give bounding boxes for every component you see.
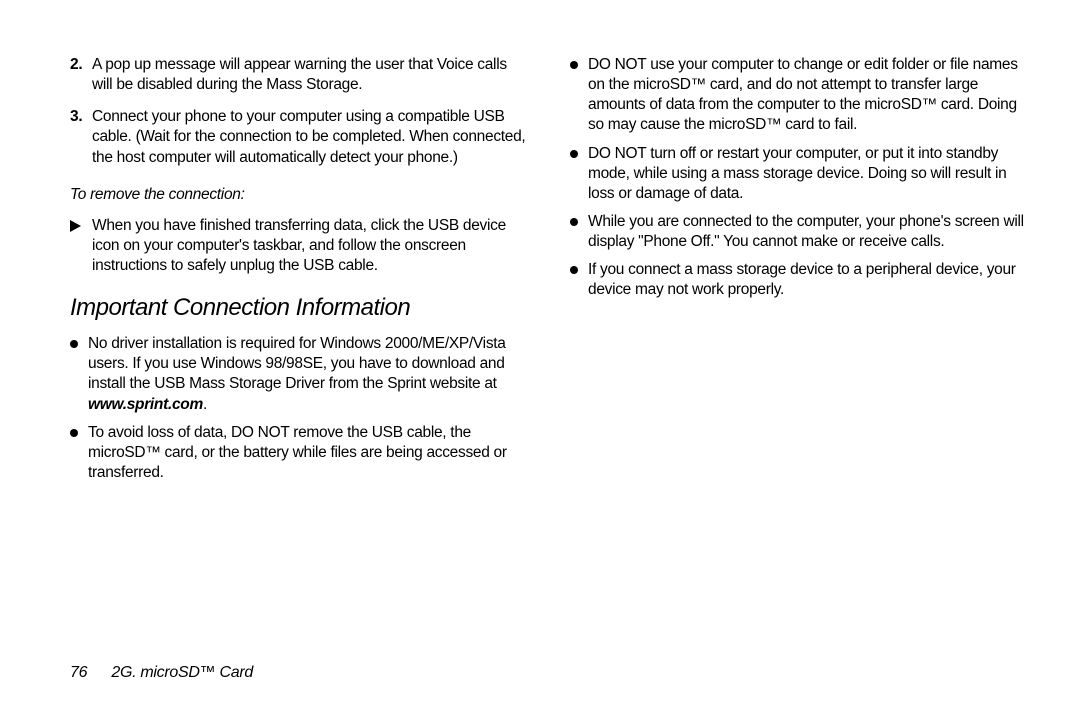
left-column: 2. A pop up message will appear warning …: [70, 55, 530, 491]
info-bullet-3: DO NOT use your computer to change or ed…: [570, 55, 1030, 136]
step-2: 2. A pop up message will appear warning …: [70, 55, 530, 95]
footer-section-title: 2G. microSD™ Card: [111, 664, 253, 681]
step-2-text: A pop up message will appear warning the…: [92, 56, 507, 93]
remove-connection-heading: To remove the connection:: [70, 186, 530, 204]
info-bullet-1: No driver installation is required for W…: [70, 334, 530, 415]
info-bullet-5-text: While you are connected to the computer,…: [588, 213, 1024, 250]
info-bullet-1-link: www.sprint.com: [88, 396, 203, 413]
info-bullet-6: If you connect a mass storage device to …: [570, 260, 1030, 300]
section-heading: Important Connection Information: [70, 294, 530, 322]
step-3-text: Connect your phone to your computer usin…: [92, 108, 525, 165]
page-number: 76: [70, 664, 87, 681]
step-3-number: 3.: [70, 107, 82, 127]
info-bullet-5: While you are connected to the computer,…: [570, 212, 1030, 252]
info-bullet-2-text: To avoid loss of data, DO NOT remove the…: [88, 424, 507, 481]
info-bullet-4-text: DO NOT turn off or restart your computer…: [588, 145, 1006, 202]
right-column: DO NOT use your computer to change or ed…: [570, 55, 1030, 491]
step-2-number: 2.: [70, 55, 82, 75]
info-bullet-2: To avoid loss of data, DO NOT remove the…: [70, 423, 530, 483]
info-bullet-1-post: .: [203, 396, 207, 413]
page-footer: 76 2G. microSD™ Card: [70, 664, 253, 682]
info-bullet-1-pre: No driver installation is required for W…: [88, 335, 506, 392]
step-3: 3. Connect your phone to your computer u…: [70, 107, 530, 167]
remove-step: When you have finished transferring data…: [70, 216, 530, 276]
info-bullet-4: DO NOT turn off or restart your computer…: [570, 144, 1030, 204]
remove-step-text: When you have finished transferring data…: [92, 217, 506, 274]
info-bullet-6-text: If you connect a mass storage device to …: [588, 261, 1016, 298]
page-content: 2. A pop up message will appear warning …: [0, 0, 1080, 491]
info-bullet-3-text: DO NOT use your computer to change or ed…: [588, 56, 1018, 133]
